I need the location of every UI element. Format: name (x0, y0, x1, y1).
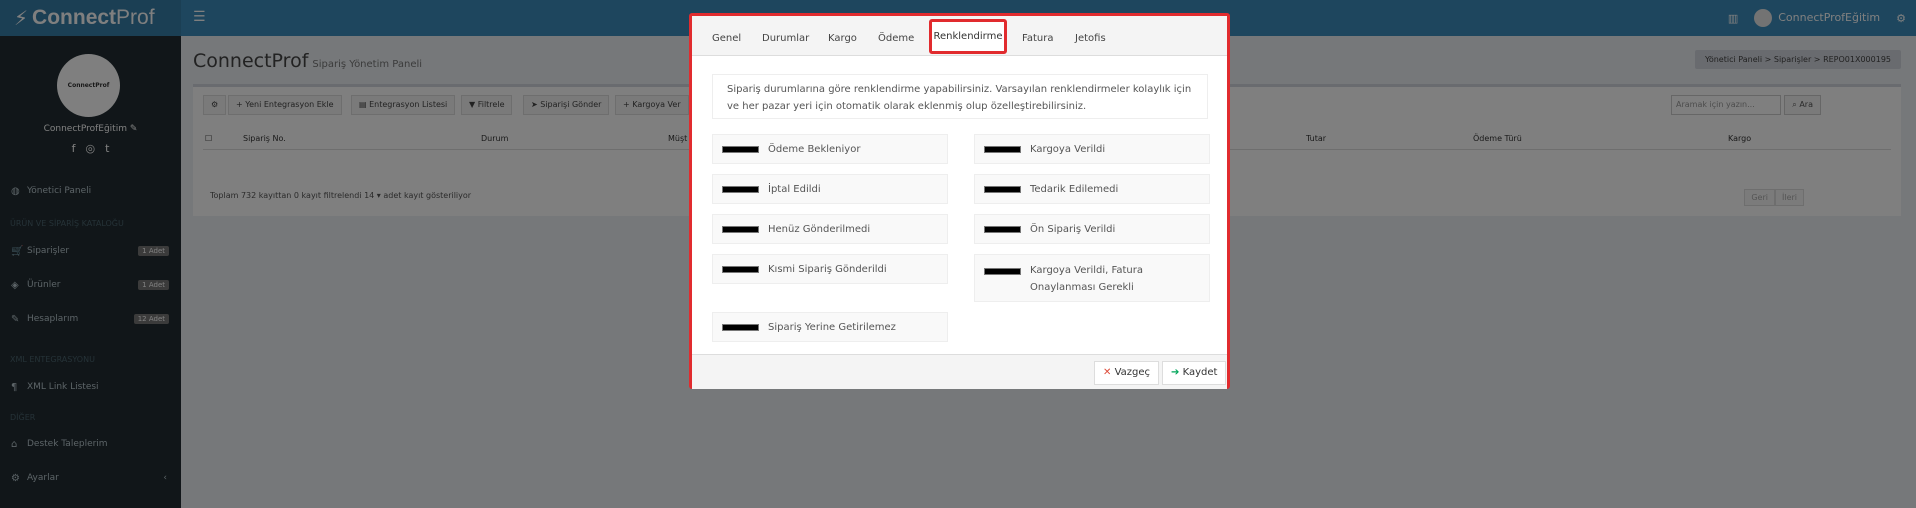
settings-modal: Genel Durumlar Kargo Ödeme Renklendirme … (689, 13, 1230, 389)
status-color-item[interactable]: Ödeme Bekleniyor (712, 134, 948, 164)
color-swatch[interactable] (722, 226, 759, 233)
status-color-item[interactable]: Henüz Gönderilmedi (712, 214, 948, 244)
tab-invoice[interactable]: Fatura (1022, 33, 1053, 44)
status-color-item[interactable]: Kargoya Verildi (974, 134, 1210, 164)
tab-cargo[interactable]: Kargo (828, 33, 857, 44)
tab-general[interactable]: Genel (712, 33, 741, 44)
status-color-item[interactable]: İptal Edildi (712, 174, 948, 204)
color-swatch[interactable] (722, 186, 759, 193)
save-button[interactable]: ➔ Kaydet (1162, 361, 1227, 385)
status-color-item[interactable]: Kargoya Verildi, Fatura Onaylanması Gere… (974, 254, 1210, 302)
tab-jetofis[interactable]: Jetofis (1075, 33, 1106, 44)
status-color-item[interactable]: Tedarik Edilemedi (974, 174, 1210, 204)
status-color-item[interactable]: Sipariş Yerine Getirilemez (712, 312, 948, 342)
tab-statuses[interactable]: Durumlar (762, 33, 809, 44)
close-icon: ✕ (1103, 367, 1112, 378)
color-swatch[interactable] (984, 268, 1021, 275)
color-swatch[interactable] (722, 146, 759, 153)
tab-payment[interactable]: Ödeme (878, 33, 914, 44)
color-swatch[interactable] (722, 324, 759, 331)
modal-footer: ✕ Vazgeç ➔ Kaydet (692, 354, 1227, 389)
modal-tabs: Genel Durumlar Kargo Ödeme Renklendirme … (692, 16, 1227, 56)
cancel-button[interactable]: ✕ Vazgeç (1094, 361, 1160, 385)
color-swatch[interactable] (984, 146, 1021, 153)
color-swatch[interactable] (984, 186, 1021, 193)
status-color-item[interactable]: Ön Sipariş Verildi (974, 214, 1210, 244)
color-swatch[interactable] (722, 266, 759, 273)
color-swatch[interactable] (984, 226, 1021, 233)
arrow-right-icon: ➔ (1171, 367, 1180, 378)
tab-coloring[interactable]: Renklendirme (929, 19, 1007, 54)
status-color-item[interactable]: Kısmi Sipariş Gönderildi (712, 254, 948, 284)
info-text: Sipariş durumlarına göre renklendirme ya… (712, 74, 1208, 119)
